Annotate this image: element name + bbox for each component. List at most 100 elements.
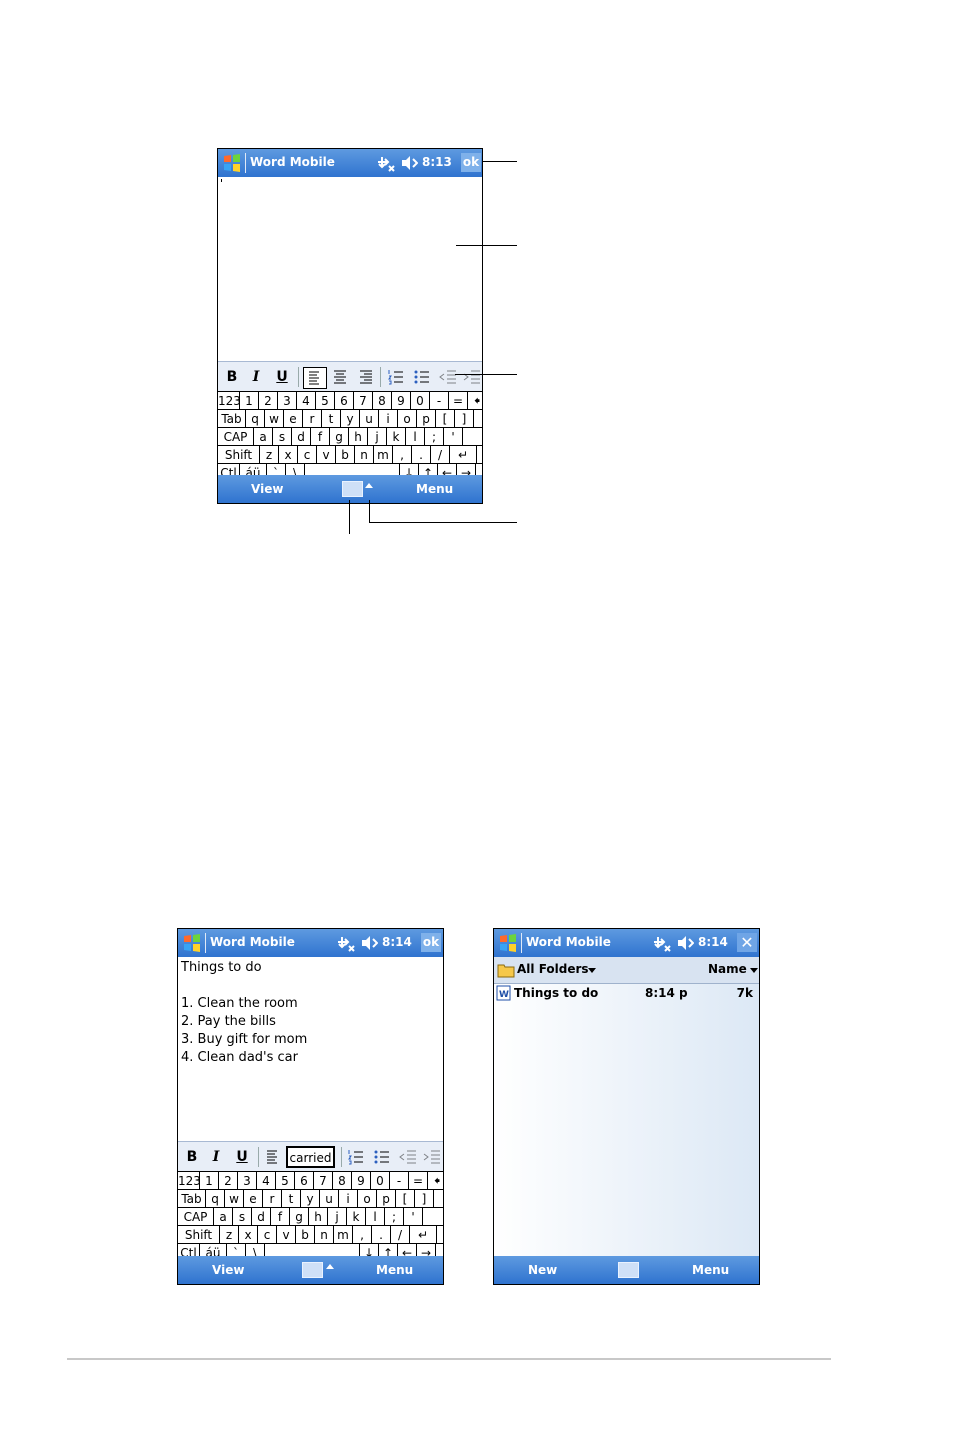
document-area[interactable]: Things to do 1. Clean the room 2. Pay th… <box>178 957 443 1142</box>
keyboard-key[interactable]: p <box>377 1190 396 1208</box>
keyboard-key[interactable]: k <box>387 428 406 446</box>
chevron-down-icon[interactable] <box>750 968 758 973</box>
italic-button[interactable]: I <box>206 1147 226 1167</box>
keyboard-key[interactable]: r <box>263 1190 282 1208</box>
keyboard-key[interactable]: t <box>322 410 341 428</box>
keyboard-key[interactable]: 9 <box>392 392 411 410</box>
keyboard-key[interactable]: 🠸 <box>468 392 482 410</box>
keyboard-key[interactable]: f <box>311 428 330 446</box>
keyboard-key[interactable]: j <box>328 1208 347 1226</box>
keyboard-key[interactable]: q <box>206 1190 225 1208</box>
keyboard-key[interactable]: u <box>320 1190 339 1208</box>
align-center-icon[interactable] <box>330 367 350 387</box>
keyboard-key[interactable]: CAP <box>218 428 254 446</box>
keyboard-key[interactable]: z <box>220 1226 239 1244</box>
keyboard-key[interactable]: g <box>330 428 349 446</box>
keyboard-key[interactable]: x <box>279 446 298 464</box>
keyboard-key[interactable]: b <box>336 446 355 464</box>
keyboard-key[interactable]: = <box>409 1172 428 1190</box>
file-list[interactable] <box>494 983 759 1256</box>
keyboard-key[interactable]: i <box>339 1190 358 1208</box>
increase-indent-icon[interactable] <box>422 1147 442 1167</box>
keyboard-key[interactable]: e <box>284 410 303 428</box>
keyboard-key[interactable]: x <box>239 1226 258 1244</box>
keyboard-key[interactable]: s <box>233 1208 252 1226</box>
bulleted-list-icon[interactable] <box>412 367 432 387</box>
align-left-icon[interactable] <box>263 1147 283 1167</box>
menu-button[interactable]: Menu <box>692 1263 729 1277</box>
document-area[interactable] <box>218 177 482 360</box>
keyboard-key[interactable]: 7 <box>354 392 373 410</box>
windows-start-icon[interactable] <box>221 152 243 174</box>
bold-button[interactable]: B <box>182 1147 202 1167</box>
keyboard-key[interactable]: , <box>353 1226 372 1244</box>
keyboard-key[interactable]: 2 <box>219 1172 238 1190</box>
decrease-indent-icon[interactable] <box>438 367 458 387</box>
keyboard-key[interactable]: b <box>296 1226 315 1244</box>
keyboard-key[interactable]: 0 <box>411 392 430 410</box>
input-panel-icon[interactable] <box>302 1262 323 1278</box>
keyboard-key[interactable]: k <box>347 1208 366 1226</box>
keyboard-key[interactable]: . <box>412 446 431 464</box>
keyboard-key[interactable]: a <box>254 428 273 446</box>
keyboard-key[interactable]: / <box>431 446 450 464</box>
align-left-icon[interactable] <box>303 367 327 389</box>
increase-indent-icon[interactable] <box>462 367 482 387</box>
input-selector-arrow-icon[interactable] <box>365 483 373 488</box>
keyboard-key[interactable]: [ <box>436 410 455 428</box>
keyboard-key[interactable]: 5 <box>316 392 335 410</box>
numbered-list-icon[interactable] <box>346 1147 366 1167</box>
keyboard-key[interactable]: o <box>398 410 417 428</box>
keyboard-key[interactable]: 123 <box>218 392 241 410</box>
keyboard-key[interactable]: f <box>271 1208 290 1226</box>
keyboard-key[interactable]: u <box>360 410 379 428</box>
menu-button[interactable]: Menu <box>376 1263 413 1277</box>
bold-button[interactable]: B <box>222 367 242 387</box>
ok-button[interactable]: ok <box>461 153 481 172</box>
keyboard-key[interactable]: r <box>303 410 322 428</box>
keyboard-key[interactable]: 1 <box>240 392 259 410</box>
keyboard-key[interactable]: 2 <box>259 392 278 410</box>
folder-dropdown[interactable]: All Folders <box>517 962 589 976</box>
keyboard-key[interactable]: 7 <box>314 1172 333 1190</box>
chevron-down-icon[interactable] <box>588 968 596 973</box>
keyboard-key[interactable]: c <box>258 1226 277 1244</box>
windows-start-icon[interactable] <box>181 932 203 954</box>
keyboard-key[interactable]: ' <box>444 428 463 446</box>
new-button[interactable]: New <box>528 1263 557 1277</box>
align-right-icon[interactable] <box>356 367 376 387</box>
keyboard-key[interactable]: v <box>317 446 336 464</box>
keyboard-key[interactable]: 🠸 <box>428 1172 443 1190</box>
numbered-list-icon[interactable] <box>386 367 406 387</box>
keyboard-key[interactable]: ↵ <box>450 446 477 464</box>
keyboard-key[interactable]: Shift <box>218 446 260 464</box>
keyboard-key[interactable]: 6 <box>335 392 354 410</box>
keyboard-key[interactable]: e <box>244 1190 263 1208</box>
windows-start-icon[interactable] <box>497 932 519 954</box>
keyboard-key[interactable]: z <box>260 446 279 464</box>
connectivity-icon[interactable] <box>652 934 672 952</box>
keyboard-key[interactable]: y <box>341 410 360 428</box>
keyboard-key[interactable]: l <box>406 428 425 446</box>
keyboard-key[interactable]: ↵ <box>410 1226 437 1244</box>
keyboard-key[interactable]: d <box>252 1208 271 1226</box>
keyboard-key[interactable]: i <box>379 410 398 428</box>
keyboard-key[interactable]: y <box>301 1190 320 1208</box>
keyboard-key[interactable]: v <box>277 1226 296 1244</box>
ok-button[interactable]: ok <box>421 933 441 952</box>
view-menu-button[interactable]: View <box>212 1263 244 1277</box>
keyboard-key[interactable]: g <box>290 1208 309 1226</box>
keyboard-key[interactable]: d <box>292 428 311 446</box>
keyboard-key[interactable]: l <box>366 1208 385 1226</box>
keyboard-key[interactable]: 1 <box>200 1172 219 1190</box>
connectivity-icon[interactable] <box>376 154 396 172</box>
keyboard-key[interactable]: 123 <box>178 1172 201 1190</box>
keyboard-key[interactable]: 0 <box>371 1172 390 1190</box>
keyboard-key[interactable]: a <box>214 1208 233 1226</box>
keyboard-key[interactable]: - <box>390 1172 409 1190</box>
decrease-indent-icon[interactable] <box>398 1147 418 1167</box>
keyboard-key[interactable]: m <box>334 1226 353 1244</box>
menu-button[interactable]: Menu <box>416 482 453 496</box>
keyboard-key[interactable]: m <box>374 446 393 464</box>
keyboard-key[interactable]: 8 <box>333 1172 352 1190</box>
